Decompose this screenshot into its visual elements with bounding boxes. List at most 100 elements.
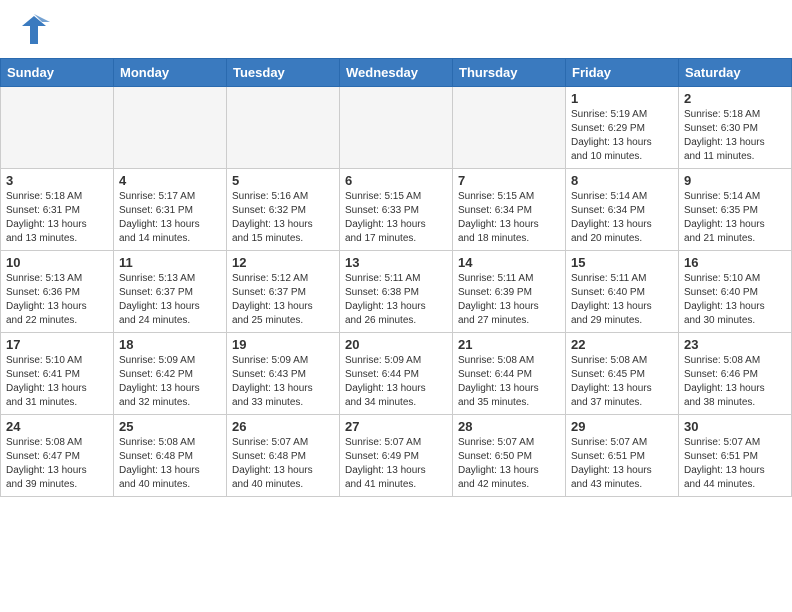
calendar-day-cell: 11 Sunrise: 5:13 AM Sunset: 6:37 PM Dayli… [114, 251, 227, 333]
day-info: Sunrise: 5:16 AM Sunset: 6:32 PM Dayligh… [232, 190, 334, 246]
day-number: 22 [571, 337, 673, 352]
day-number: 15 [571, 255, 673, 270]
calendar-day-cell: 5 Sunrise: 5:16 AM Sunset: 6:32 PM Daylig… [227, 169, 340, 251]
logo [16, 12, 54, 48]
day-number: 14 [458, 255, 560, 270]
day-info: Sunrise: 5:10 AM Sunset: 6:40 PM Dayligh… [684, 272, 786, 328]
day-number: 20 [345, 337, 447, 352]
calendar-header: SundayMondayTuesdayWednesdayThursdayFrid… [1, 59, 792, 87]
day-number: 17 [6, 337, 108, 352]
day-number: 21 [458, 337, 560, 352]
day-number: 30 [684, 419, 786, 434]
calendar-day-cell: 10 Sunrise: 5:13 AM Sunset: 6:36 PM Dayli… [1, 251, 114, 333]
day-number: 8 [571, 173, 673, 188]
calendar-day-cell: 20 Sunrise: 5:09 AM Sunset: 6:44 PM Dayli… [340, 333, 453, 415]
day-info: Sunrise: 5:11 AM Sunset: 6:40 PM Dayligh… [571, 272, 673, 328]
day-number: 27 [345, 419, 447, 434]
calendar-day-cell: 28 Sunrise: 5:07 AM Sunset: 6:50 PM Dayli… [453, 415, 566, 497]
day-info: Sunrise: 5:07 AM Sunset: 6:48 PM Dayligh… [232, 436, 334, 492]
calendar-week-row: 24 Sunrise: 5:08 AM Sunset: 6:47 PM Dayli… [1, 415, 792, 497]
day-info: Sunrise: 5:08 AM Sunset: 6:46 PM Dayligh… [684, 354, 786, 410]
day-info: Sunrise: 5:09 AM Sunset: 6:42 PM Dayligh… [119, 354, 221, 410]
day-header-row: SundayMondayTuesdayWednesdayThursdayFrid… [1, 59, 792, 87]
calendar-day-cell: 7 Sunrise: 5:15 AM Sunset: 6:34 PM Daylig… [453, 169, 566, 251]
calendar-day-cell [453, 87, 566, 169]
calendar-day-cell: 15 Sunrise: 5:11 AM Sunset: 6:40 PM Dayli… [566, 251, 679, 333]
calendar-day-cell: 12 Sunrise: 5:12 AM Sunset: 6:37 PM Dayli… [227, 251, 340, 333]
calendar-day-cell: 2 Sunrise: 5:18 AM Sunset: 6:30 PM Daylig… [679, 87, 792, 169]
calendar-day-cell: 27 Sunrise: 5:07 AM Sunset: 6:49 PM Dayli… [340, 415, 453, 497]
day-number: 11 [119, 255, 221, 270]
calendar-day-cell: 26Sunrise: 5:07 AM Sunset: 6:48 PM Dayli… [227, 415, 340, 497]
calendar-day-cell: 18 Sunrise: 5:09 AM Sunset: 6:42 PM Dayli… [114, 333, 227, 415]
day-of-week-header: Sunday [1, 59, 114, 87]
day-number: 13 [345, 255, 447, 270]
day-of-week-header: Tuesday [227, 59, 340, 87]
calendar-day-cell: 17 Sunrise: 5:10 AM Sunset: 6:41 PM Dayli… [1, 333, 114, 415]
day-number: 23 [684, 337, 786, 352]
calendar-day-cell: 23 Sunrise: 5:08 AM Sunset: 6:46 PM Dayli… [679, 333, 792, 415]
day-info: Sunrise: 5:18 AM Sunset: 6:30 PM Dayligh… [684, 108, 786, 164]
day-of-week-header: Friday [566, 59, 679, 87]
day-number: 12 [232, 255, 334, 270]
day-info: Sunrise: 5:14 AM Sunset: 6:35 PM Dayligh… [684, 190, 786, 246]
calendar-week-row: 1Sunrise: 5:19 AM Sunset: 6:29 PM Daylig… [1, 87, 792, 169]
day-of-week-header: Monday [114, 59, 227, 87]
day-number: 4 [119, 173, 221, 188]
calendar-day-cell: 9 Sunrise: 5:14 AM Sunset: 6:35 PM Daylig… [679, 169, 792, 251]
day-info: Sunrise: 5:13 AM Sunset: 6:37 PM Dayligh… [119, 272, 221, 328]
day-info: Sunrise: 5:09 AM Sunset: 6:43 PM Dayligh… [232, 354, 334, 410]
day-info: Sunrise: 5:08 AM Sunset: 6:47 PM Dayligh… [6, 436, 108, 492]
day-info: Sunrise: 5:19 AM Sunset: 6:29 PM Dayligh… [571, 108, 673, 164]
day-number: 18 [119, 337, 221, 352]
calendar-week-row: 17 Sunrise: 5:10 AM Sunset: 6:41 PM Dayli… [1, 333, 792, 415]
day-info: Sunrise: 5:08 AM Sunset: 6:45 PM Dayligh… [571, 354, 673, 410]
calendar-body: 1Sunrise: 5:19 AM Sunset: 6:29 PM Daylig… [1, 87, 792, 497]
calendar-day-cell: 30 Sunrise: 5:07 AM Sunset: 6:51 PM Dayli… [679, 415, 792, 497]
day-info: Sunrise: 5:17 AM Sunset: 6:31 PM Dayligh… [119, 190, 221, 246]
day-number: 5 [232, 173, 334, 188]
day-of-week-header: Thursday [453, 59, 566, 87]
day-number: 10 [6, 255, 108, 270]
calendar-day-cell: 3 Sunrise: 5:18 AM Sunset: 6:31 PM Daylig… [1, 169, 114, 251]
day-info: Sunrise: 5:18 AM Sunset: 6:31 PM Dayligh… [6, 190, 108, 246]
day-number: 25 [119, 419, 221, 434]
logo-bird-icon [16, 12, 52, 48]
calendar-day-cell: 16 Sunrise: 5:10 AM Sunset: 6:40 PM Dayli… [679, 251, 792, 333]
day-info: Sunrise: 5:15 AM Sunset: 6:34 PM Dayligh… [458, 190, 560, 246]
calendar-day-cell: 14 Sunrise: 5:11 AM Sunset: 6:39 PM Dayli… [453, 251, 566, 333]
calendar-day-cell [340, 87, 453, 169]
day-info: Sunrise: 5:07 AM Sunset: 6:51 PM Dayligh… [684, 436, 786, 492]
day-info: Sunrise: 5:14 AM Sunset: 6:34 PM Dayligh… [571, 190, 673, 246]
calendar-day-cell: 13 Sunrise: 5:11 AM Sunset: 6:38 PM Dayli… [340, 251, 453, 333]
day-info: Sunrise: 5:10 AM Sunset: 6:41 PM Dayligh… [6, 354, 108, 410]
calendar-day-cell: 8 Sunrise: 5:14 AM Sunset: 6:34 PM Daylig… [566, 169, 679, 251]
day-number: 24 [6, 419, 108, 434]
calendar-day-cell: 4 Sunrise: 5:17 AM Sunset: 6:31 PM Daylig… [114, 169, 227, 251]
calendar-day-cell [227, 87, 340, 169]
day-of-week-header: Wednesday [340, 59, 453, 87]
calendar-day-cell: 21Sunrise: 5:08 AM Sunset: 6:44 PM Dayli… [453, 333, 566, 415]
day-info: Sunrise: 5:07 AM Sunset: 6:49 PM Dayligh… [345, 436, 447, 492]
calendar-day-cell: 19Sunrise: 5:09 AM Sunset: 6:43 PM Dayli… [227, 333, 340, 415]
day-number: 16 [684, 255, 786, 270]
calendar-day-cell: 24 Sunrise: 5:08 AM Sunset: 6:47 PM Dayli… [1, 415, 114, 497]
calendar-day-cell: 1Sunrise: 5:19 AM Sunset: 6:29 PM Daylig… [566, 87, 679, 169]
day-number: 2 [684, 91, 786, 106]
day-number: 7 [458, 173, 560, 188]
calendar-day-cell: 22 Sunrise: 5:08 AM Sunset: 6:45 PM Dayli… [566, 333, 679, 415]
calendar-week-row: 3 Sunrise: 5:18 AM Sunset: 6:31 PM Daylig… [1, 169, 792, 251]
day-info: Sunrise: 5:07 AM Sunset: 6:50 PM Dayligh… [458, 436, 560, 492]
day-info: Sunrise: 5:11 AM Sunset: 6:38 PM Dayligh… [345, 272, 447, 328]
day-number: 3 [6, 173, 108, 188]
day-info: Sunrise: 5:13 AM Sunset: 6:36 PM Dayligh… [6, 272, 108, 328]
day-info: Sunrise: 5:09 AM Sunset: 6:44 PM Dayligh… [345, 354, 447, 410]
day-number: 9 [684, 173, 786, 188]
calendar-day-cell [114, 87, 227, 169]
day-info: Sunrise: 5:12 AM Sunset: 6:37 PM Dayligh… [232, 272, 334, 328]
calendar-table: SundayMondayTuesdayWednesdayThursdayFrid… [0, 58, 792, 497]
day-info: Sunrise: 5:08 AM Sunset: 6:48 PM Dayligh… [119, 436, 221, 492]
day-number: 28 [458, 419, 560, 434]
day-info: Sunrise: 5:11 AM Sunset: 6:39 PM Dayligh… [458, 272, 560, 328]
calendar-day-cell [1, 87, 114, 169]
